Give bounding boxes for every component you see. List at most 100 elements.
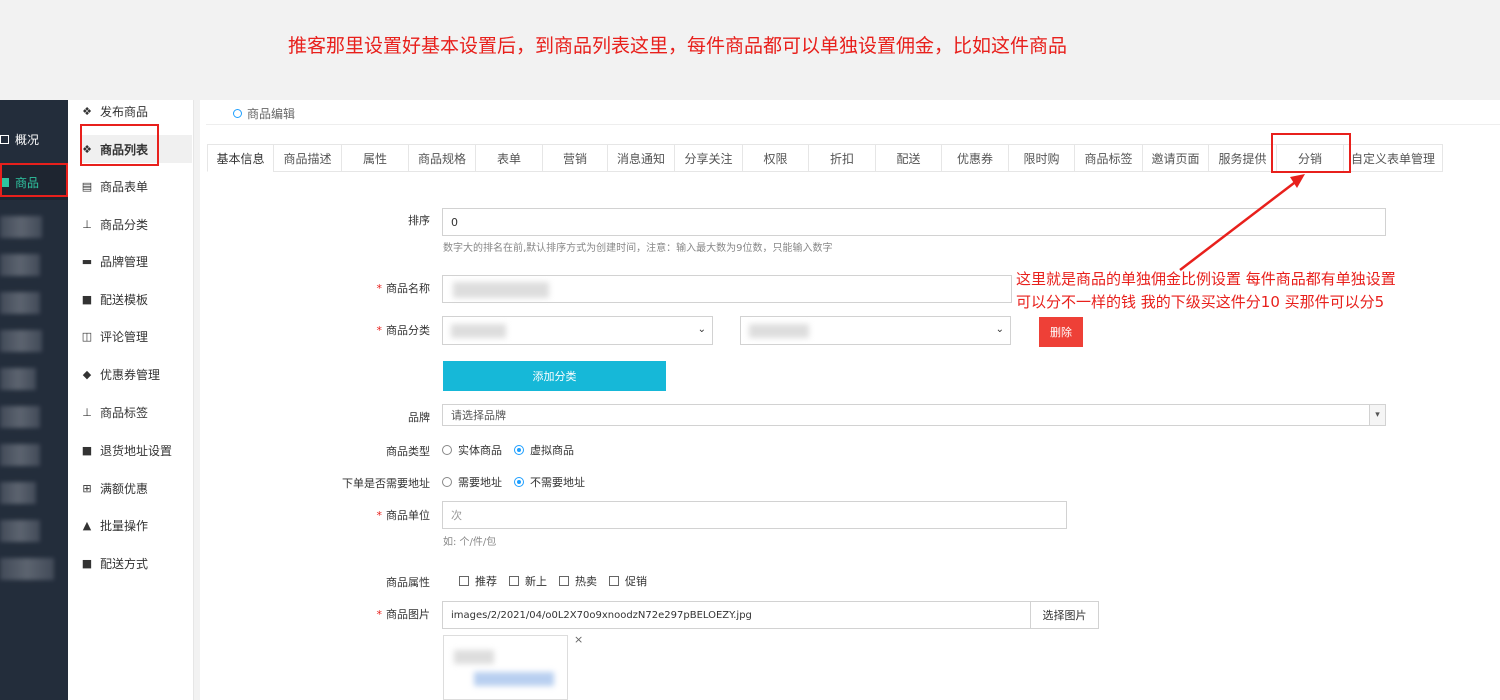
tab-basic-info[interactable]: 基本信息 — [207, 144, 273, 172]
highlight-goods-box — [0, 163, 68, 197]
sub-item-label: 发布商品 — [100, 104, 149, 119]
tags-icon: ◆ — [82, 367, 92, 381]
blurred-item — [0, 254, 40, 276]
address-radio-group: 需要地址 不需要地址 — [442, 474, 597, 490]
instruction-banner: 推客那里设置好基本设置后，到商品列表这里，每件商品都可以单独设置佣金，比如这件商… — [0, 0, 1500, 100]
checkbox-icon — [559, 576, 569, 586]
tab-description[interactable]: 商品描述 — [273, 144, 341, 172]
sub-item-batch[interactable]: ▲ 批量操作 — [80, 511, 192, 539]
image-path-input[interactable]: images/2/2021/04/o0L2X70o9xnoodzN72e297p… — [442, 601, 1031, 629]
dashboard-icon — [0, 134, 9, 144]
file-icon: ▤ — [81, 179, 93, 193]
tab-notifications[interactable]: 消息通知 — [607, 144, 674, 172]
sub-item-return-address[interactable]: ■ 退货地址设置 — [80, 436, 192, 464]
name-input[interactable] — [442, 275, 1012, 303]
blurred-value — [453, 282, 549, 298]
delete-category-button[interactable]: 删除 — [1039, 317, 1083, 347]
sort-label: 排序 — [408, 214, 430, 227]
radio-checked-icon — [514, 477, 524, 487]
sub-item-label: 配送方式 — [100, 556, 149, 571]
attr-recommend-checkbox[interactable]: 推荐 — [459, 573, 497, 589]
unit-label: * 商品单位 — [376, 509, 431, 522]
sub-item-delivery-template[interactable]: ■ 配送模板 — [80, 285, 192, 313]
sub-item-label: 商品标签 — [100, 405, 149, 420]
attr-new-checkbox[interactable]: 新上 — [509, 573, 547, 589]
sub-item-publish[interactable]: ❖ 发布商品 — [80, 97, 192, 125]
blurred-item — [0, 444, 40, 466]
divider — [206, 124, 1500, 125]
brand-select[interactable]: 请选择品牌 ▾ — [442, 404, 1386, 426]
breadcrumb: 商品编辑 — [233, 105, 295, 122]
tab-invite-page[interactable]: 邀请页面 — [1142, 144, 1208, 172]
highlight-goods-list-box — [80, 124, 159, 166]
tab-coupons[interactable]: 优惠券 — [941, 144, 1008, 172]
unit-input[interactable]: 次 — [442, 501, 1067, 529]
sub-item-full-discount[interactable]: ⊞ 满额优惠 — [80, 474, 192, 502]
address-not-required-option[interactable]: 不需要地址 — [514, 474, 585, 490]
checkbox-icon — [459, 576, 469, 586]
sort-input[interactable]: 0 — [442, 208, 1386, 236]
sub-item-label: 商品分类 — [100, 217, 149, 232]
blurred-item — [0, 330, 42, 352]
tab-service[interactable]: 服务提供 — [1208, 144, 1276, 172]
sub-sidebar: ❖ 发布商品 ❖ 商品列表 ▤ 商品表单 ⊥ 商品分类 ▬ 品牌管理 ■ 配送模… — [68, 100, 194, 700]
sub-item-label: 商品表单 — [100, 179, 149, 194]
chevron-down-icon: ⌄ — [995, 324, 1004, 335]
sub-item-goods-form[interactable]: ▤ 商品表单 — [80, 172, 192, 200]
chevron-down-icon: ▾ — [1369, 405, 1385, 425]
highlight-distribution-tab-box — [1271, 133, 1351, 173]
tab-attributes[interactable]: 属性 — [341, 144, 408, 172]
attr-hot-checkbox[interactable]: 热卖 — [559, 573, 597, 589]
type-physical-option[interactable]: 实体商品 — [442, 442, 502, 458]
tab-flash-sale[interactable]: 限时购 — [1008, 144, 1074, 172]
sub-item-label: 配送模板 — [100, 292, 149, 307]
circle-icon — [233, 109, 242, 118]
choose-image-button[interactable]: 选择图片 — [1030, 601, 1099, 629]
sub-item-label: 优惠券管理 — [100, 367, 161, 382]
blurred-image — [474, 672, 554, 686]
tab-bar: 基本信息 商品描述 属性 商品规格 表单 营销 消息通知 分享关注 权限 折扣 … — [207, 144, 1443, 172]
sub-item-brand[interactable]: ▬ 品牌管理 — [80, 247, 192, 275]
address-label: 下单是否需要地址 — [342, 477, 430, 490]
sidebar-item-overview[interactable]: 概况 — [0, 124, 68, 154]
attr-label: 商品属性 — [386, 576, 430, 589]
address-required-option[interactable]: 需要地址 — [442, 474, 502, 490]
tab-form[interactable]: 表单 — [475, 144, 542, 172]
annotation-text: 这里就是商品的单独佣金比例设置 每件商品都有单独设置 可以分不一样的钱 我的下级… — [1016, 270, 1396, 311]
category-label: * 商品分类 — [376, 324, 431, 337]
banner-text: 推客那里设置好基本设置后，到商品列表这里，每件商品都可以单独设置佣金，比如这件商… — [288, 35, 1068, 57]
image-thumbnail — [443, 635, 568, 700]
page-title: 商品编辑 — [247, 107, 296, 121]
gift-icon: ⊞ — [82, 481, 92, 495]
category-select-2[interactable]: ⌄ — [740, 316, 1011, 345]
type-label: 商品类型 — [386, 445, 430, 458]
sort-hint: 数字大的排名在前,默认排序方式为创建时间，注意：输入最大数为9位数，只能输入数字 — [443, 243, 833, 254]
checkbox-icon — [609, 576, 619, 586]
tab-delivery[interactable]: 配送 — [875, 144, 941, 172]
sub-item-delivery-method[interactable]: ■ 配送方式 — [80, 549, 192, 577]
category-select-1[interactable]: ⌄ — [442, 316, 713, 345]
add-category-button[interactable]: 添加分类 — [443, 361, 666, 391]
blurred-item — [0, 520, 40, 542]
type-virtual-option[interactable]: 虚拟商品 — [514, 442, 574, 458]
attr-promo-checkbox[interactable]: 促销 — [609, 573, 647, 589]
blurred-item — [0, 216, 42, 238]
tab-marketing[interactable]: 营销 — [542, 144, 607, 172]
thumbs-up-icon: ▲ — [82, 518, 92, 532]
checkbox-icon — [509, 576, 519, 586]
sub-item-tags[interactable]: ⊥ 商品标签 — [80, 398, 192, 426]
tab-goods-tags[interactable]: 商品标签 — [1074, 144, 1142, 172]
close-icon[interactable]: × — [574, 633, 583, 646]
sub-item-label: 退货地址设置 — [100, 443, 173, 458]
tab-permissions[interactable]: 权限 — [742, 144, 808, 172]
radio-checked-icon — [514, 445, 524, 455]
tab-specs[interactable]: 商品规格 — [408, 144, 475, 172]
sub-item-coupons[interactable]: ◆ 优惠券管理 — [80, 360, 192, 388]
tab-share[interactable]: 分享关注 — [674, 144, 742, 172]
radio-icon — [442, 445, 452, 455]
tab-custom-form[interactable]: 自定义表单管理 — [1343, 144, 1443, 172]
sub-item-comments[interactable]: ◫ 评论管理 — [80, 322, 192, 350]
briefcase-icon: ▬ — [81, 254, 93, 268]
sub-item-category[interactable]: ⊥ 商品分类 — [80, 210, 192, 238]
tab-discount[interactable]: 折扣 — [808, 144, 875, 172]
